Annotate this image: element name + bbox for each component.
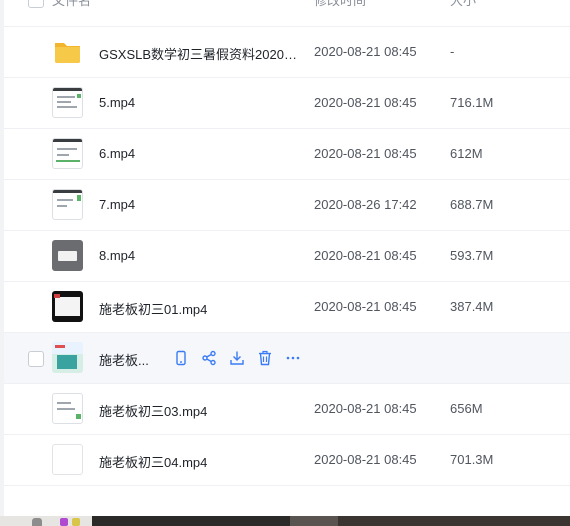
file-row[interactable]: 施老板初三01.mp4 2020-08-21 08:45 387.4M (4, 282, 570, 333)
header-name[interactable]: 文件名 (52, 0, 91, 9)
file-name[interactable]: 施老板初三01.mp4 (99, 299, 207, 318)
video-thumbnail (52, 138, 83, 169)
video-thumbnail (52, 291, 83, 322)
file-name[interactable]: 8.mp4 (99, 248, 135, 263)
file-row[interactable]: 施老板... (4, 333, 570, 384)
select-all-checkbox[interactable] (28, 0, 44, 8)
video-thumbnail (52, 189, 83, 220)
header-modified-time[interactable]: 修改时间 (314, 0, 366, 9)
share-icon[interactable] (200, 349, 218, 367)
file-list-header: 文件名 修改时间 大小 (4, 0, 570, 27)
file-row[interactable]: GSXSLB数学初三暑假资料2020-... 2020-08-21 08:45 … (4, 27, 570, 78)
file-size: 656M (450, 401, 483, 416)
file-size: 387.4M (450, 299, 494, 314)
video-thumbnail (52, 240, 83, 271)
folder-icon (52, 36, 83, 67)
file-row[interactable]: 5.mp4 2020-08-21 08:45 716.1M (4, 78, 570, 129)
file-size: 716.1M (450, 95, 494, 110)
file-row[interactable]: 施老板初三03.mp4 2020-08-21 08:45 656M (4, 384, 570, 435)
file-row[interactable]: 施老板初三04.mp4 2020-08-21 08:45 701.3M (4, 435, 570, 486)
download-icon[interactable] (228, 349, 246, 367)
header-size[interactable]: 大小 (450, 0, 476, 9)
file-name[interactable]: 7.mp4 (99, 197, 135, 212)
file-name[interactable]: 施老板初三03.mp4 (99, 401, 207, 420)
phone-icon[interactable] (172, 349, 190, 367)
file-name[interactable]: 6.mp4 (99, 146, 135, 161)
video-thumbnail (52, 444, 83, 475)
file-size: 612M (450, 146, 483, 161)
file-row[interactable]: 8.mp4 2020-08-21 08:45 593.7M (4, 231, 570, 282)
video-thumbnail (52, 87, 83, 118)
file-name[interactable]: 施老板初三04.mp4 (99, 452, 207, 471)
more-icon[interactable] (284, 349, 302, 367)
file-size: 701.3M (450, 452, 494, 467)
taskbar (0, 516, 570, 526)
video-thumbnail (52, 393, 83, 424)
file-size: 593.7M (450, 248, 494, 263)
file-name[interactable]: 施老板... (99, 350, 149, 369)
file-size: 688.7M (450, 197, 494, 212)
app-icon[interactable] (32, 518, 42, 526)
app-icon[interactable] (60, 518, 68, 526)
file-name[interactable]: 5.mp4 (99, 95, 135, 110)
file-modified-time: 2020-08-21 08:45 (314, 299, 417, 314)
file-name[interactable]: GSXSLB数学初三暑假资料2020-... (99, 44, 299, 63)
delete-icon[interactable] (256, 349, 274, 367)
file-modified-time: 2020-08-21 08:45 (314, 452, 417, 467)
app-icon[interactable] (72, 518, 80, 526)
file-modified-time: 2020-08-21 08:45 (314, 248, 417, 263)
file-modified-time: 2020-08-21 08:45 (314, 401, 417, 416)
file-row[interactable]: 6.mp4 2020-08-21 08:45 612M (4, 129, 570, 180)
file-modified-time: 2020-08-21 08:45 (314, 44, 417, 59)
video-thumbnail (52, 342, 83, 373)
row-checkbox[interactable] (28, 351, 44, 367)
file-size: - (450, 44, 455, 59)
file-modified-time: 2020-08-21 08:45 (314, 95, 417, 110)
file-modified-time: 2020-08-21 08:45 (314, 146, 417, 161)
file-modified-time: 2020-08-26 17:42 (314, 197, 417, 212)
file-row[interactable]: 7.mp4 2020-08-26 17:42 688.7M (4, 180, 570, 231)
